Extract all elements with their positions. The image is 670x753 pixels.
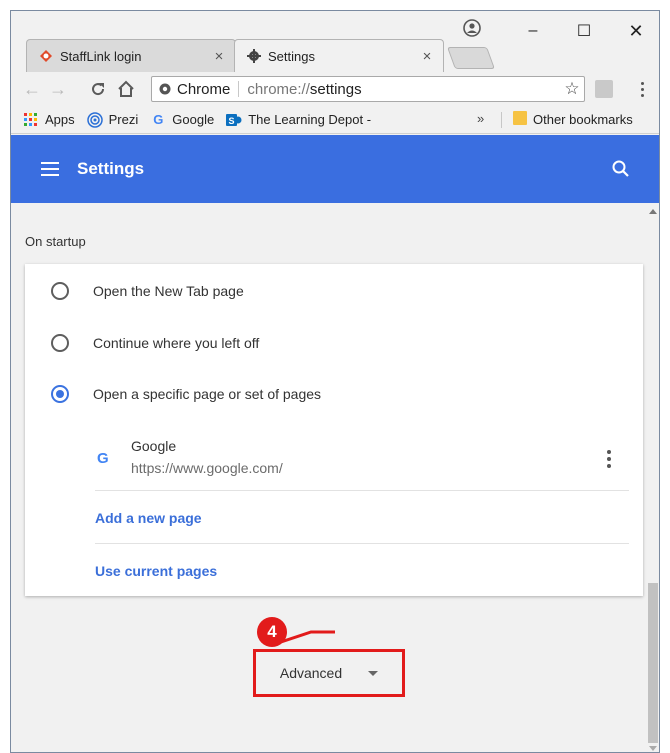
- divider: [95, 543, 629, 544]
- tab-stafflink[interactable]: StaffLink login ×: [26, 39, 236, 72]
- bookmark-star-icon[interactable]: ☆: [560, 79, 584, 99]
- home-icon[interactable]: [115, 78, 137, 100]
- browser-window: StaffLink login × Settings × – ☐ ✕ ← → C…: [10, 10, 660, 753]
- hamburger-menu-icon[interactable]: [41, 162, 59, 176]
- radio-label: Open the New Tab page: [93, 283, 244, 299]
- more-bookmarks-chevron-icon[interactable]: »: [477, 111, 484, 126]
- other-bookmarks[interactable]: Other bookmarks: [513, 110, 633, 129]
- startup-page-url: https://www.google.com/: [131, 460, 283, 476]
- add-new-page-link[interactable]: Add a new page: [95, 510, 202, 526]
- tab-title: StaffLink login: [60, 48, 142, 64]
- omnibox[interactable]: Chrome chrome://settings ☆: [151, 76, 585, 102]
- radio-option-continue[interactable]: Continue where you left off: [25, 328, 259, 358]
- prezi-icon: [86, 111, 103, 128]
- bookmark-label: Prezi: [108, 112, 139, 127]
- minimize-button[interactable]: –: [518, 19, 548, 43]
- title-bar: StaffLink login × Settings × – ☐ ✕: [11, 11, 659, 72]
- bookmarks-bar: Apps Prezi G Google S The Learning Depot…: [11, 106, 659, 134]
- bookmark-google[interactable]: G Google: [150, 112, 214, 128]
- step-number-badge: 4: [257, 617, 287, 647]
- annotation-pointer: [281, 630, 335, 644]
- section-title: On startup: [25, 234, 86, 249]
- radio-option-new-tab[interactable]: Open the New Tab page: [25, 276, 244, 306]
- radio-button[interactable]: [51, 334, 69, 352]
- maximize-button[interactable]: ☐: [569, 19, 599, 43]
- tab-title: Settings: [268, 48, 315, 64]
- advanced-button[interactable]: Advanced: [253, 649, 405, 697]
- apps-grid-icon: [23, 112, 39, 128]
- startup-card: Open the New Tab page Continue where you…: [25, 264, 643, 596]
- bookmark-label: The Learning Depot -: [248, 112, 372, 127]
- google-logo-letter: G: [97, 450, 109, 467]
- tab-settings[interactable]: Settings ×: [234, 39, 444, 72]
- google-icon: G: [153, 112, 164, 127]
- scrollbar[interactable]: [647, 203, 659, 752]
- omnibox-chip-label: Chrome: [177, 80, 231, 98]
- browser-toolbar: ← → Chrome chrome://settings ☆: [11, 72, 659, 106]
- pdf-extension-icon[interactable]: [595, 80, 613, 98]
- bookmark-apps[interactable]: Apps: [23, 112, 75, 128]
- radio-label: Continue where you left off: [93, 335, 260, 351]
- use-current-pages-link[interactable]: Use current pages: [95, 563, 217, 579]
- new-tab-button[interactable]: [446, 47, 496, 69]
- url-scheme: chrome://: [247, 80, 310, 98]
- radio-button[interactable]: [51, 282, 69, 300]
- scroll-thumb[interactable]: [648, 583, 658, 743]
- bookmark-label: Apps: [45, 112, 75, 127]
- sharepoint-icon: S: [226, 112, 242, 128]
- tab-close-icon[interactable]: ×: [417, 48, 437, 65]
- page-title: Settings: [77, 159, 145, 178]
- caret-down-icon: [368, 670, 379, 676]
- bookmarks-separator: [501, 112, 502, 128]
- tab-close-icon[interactable]: ×: [209, 48, 229, 65]
- gear-icon: [247, 49, 261, 63]
- svg-text:S: S: [229, 116, 235, 126]
- bookmark-label: Google: [172, 112, 215, 127]
- bookmark-prezi[interactable]: Prezi: [86, 111, 139, 128]
- google-logo-icon: G: [97, 450, 109, 467]
- reload-icon[interactable]: [87, 78, 109, 100]
- url-path: settings: [309, 80, 362, 98]
- settings-content: On startup Open the New Tab page Continu…: [11, 203, 647, 752]
- divider: [95, 490, 629, 491]
- more-vert-icon[interactable]: [601, 448, 617, 470]
- omnibox-url[interactable]: chrome://settings: [239, 81, 560, 98]
- close-window-button[interactable]: ✕: [621, 19, 651, 43]
- search-icon[interactable]: [611, 159, 631, 179]
- stafflink-icon: [39, 49, 53, 63]
- radio-label: Open a specific page or set of pages: [93, 386, 322, 402]
- back-icon[interactable]: ←: [21, 78, 43, 100]
- startup-page-entry: G Google https://www.google.com/: [91, 438, 629, 488]
- advanced-label: Advanced: [279, 665, 343, 681]
- startup-page-name: Google: [131, 438, 177, 454]
- bookmark-learning-depot[interactable]: S The Learning Depot -: [226, 112, 371, 128]
- profile-icon[interactable]: [463, 19, 481, 37]
- omnibox-chip: Chrome: [152, 80, 240, 98]
- chrome-menu-icon[interactable]: [635, 78, 649, 100]
- forward-icon[interactable]: →: [47, 78, 69, 100]
- chrome-icon: [159, 83, 171, 95]
- settings-header: Settings: [11, 135, 659, 203]
- scroll-down-arrow-icon[interactable]: [649, 746, 657, 751]
- other-bookmarks-label: Other bookmarks: [533, 112, 633, 127]
- scroll-up-arrow-icon[interactable]: [649, 209, 657, 214]
- radio-option-specific-pages[interactable]: Open a specific page or set of pages: [25, 379, 321, 409]
- radio-button-checked[interactable]: [51, 385, 69, 403]
- folder-icon: [513, 110, 527, 129]
